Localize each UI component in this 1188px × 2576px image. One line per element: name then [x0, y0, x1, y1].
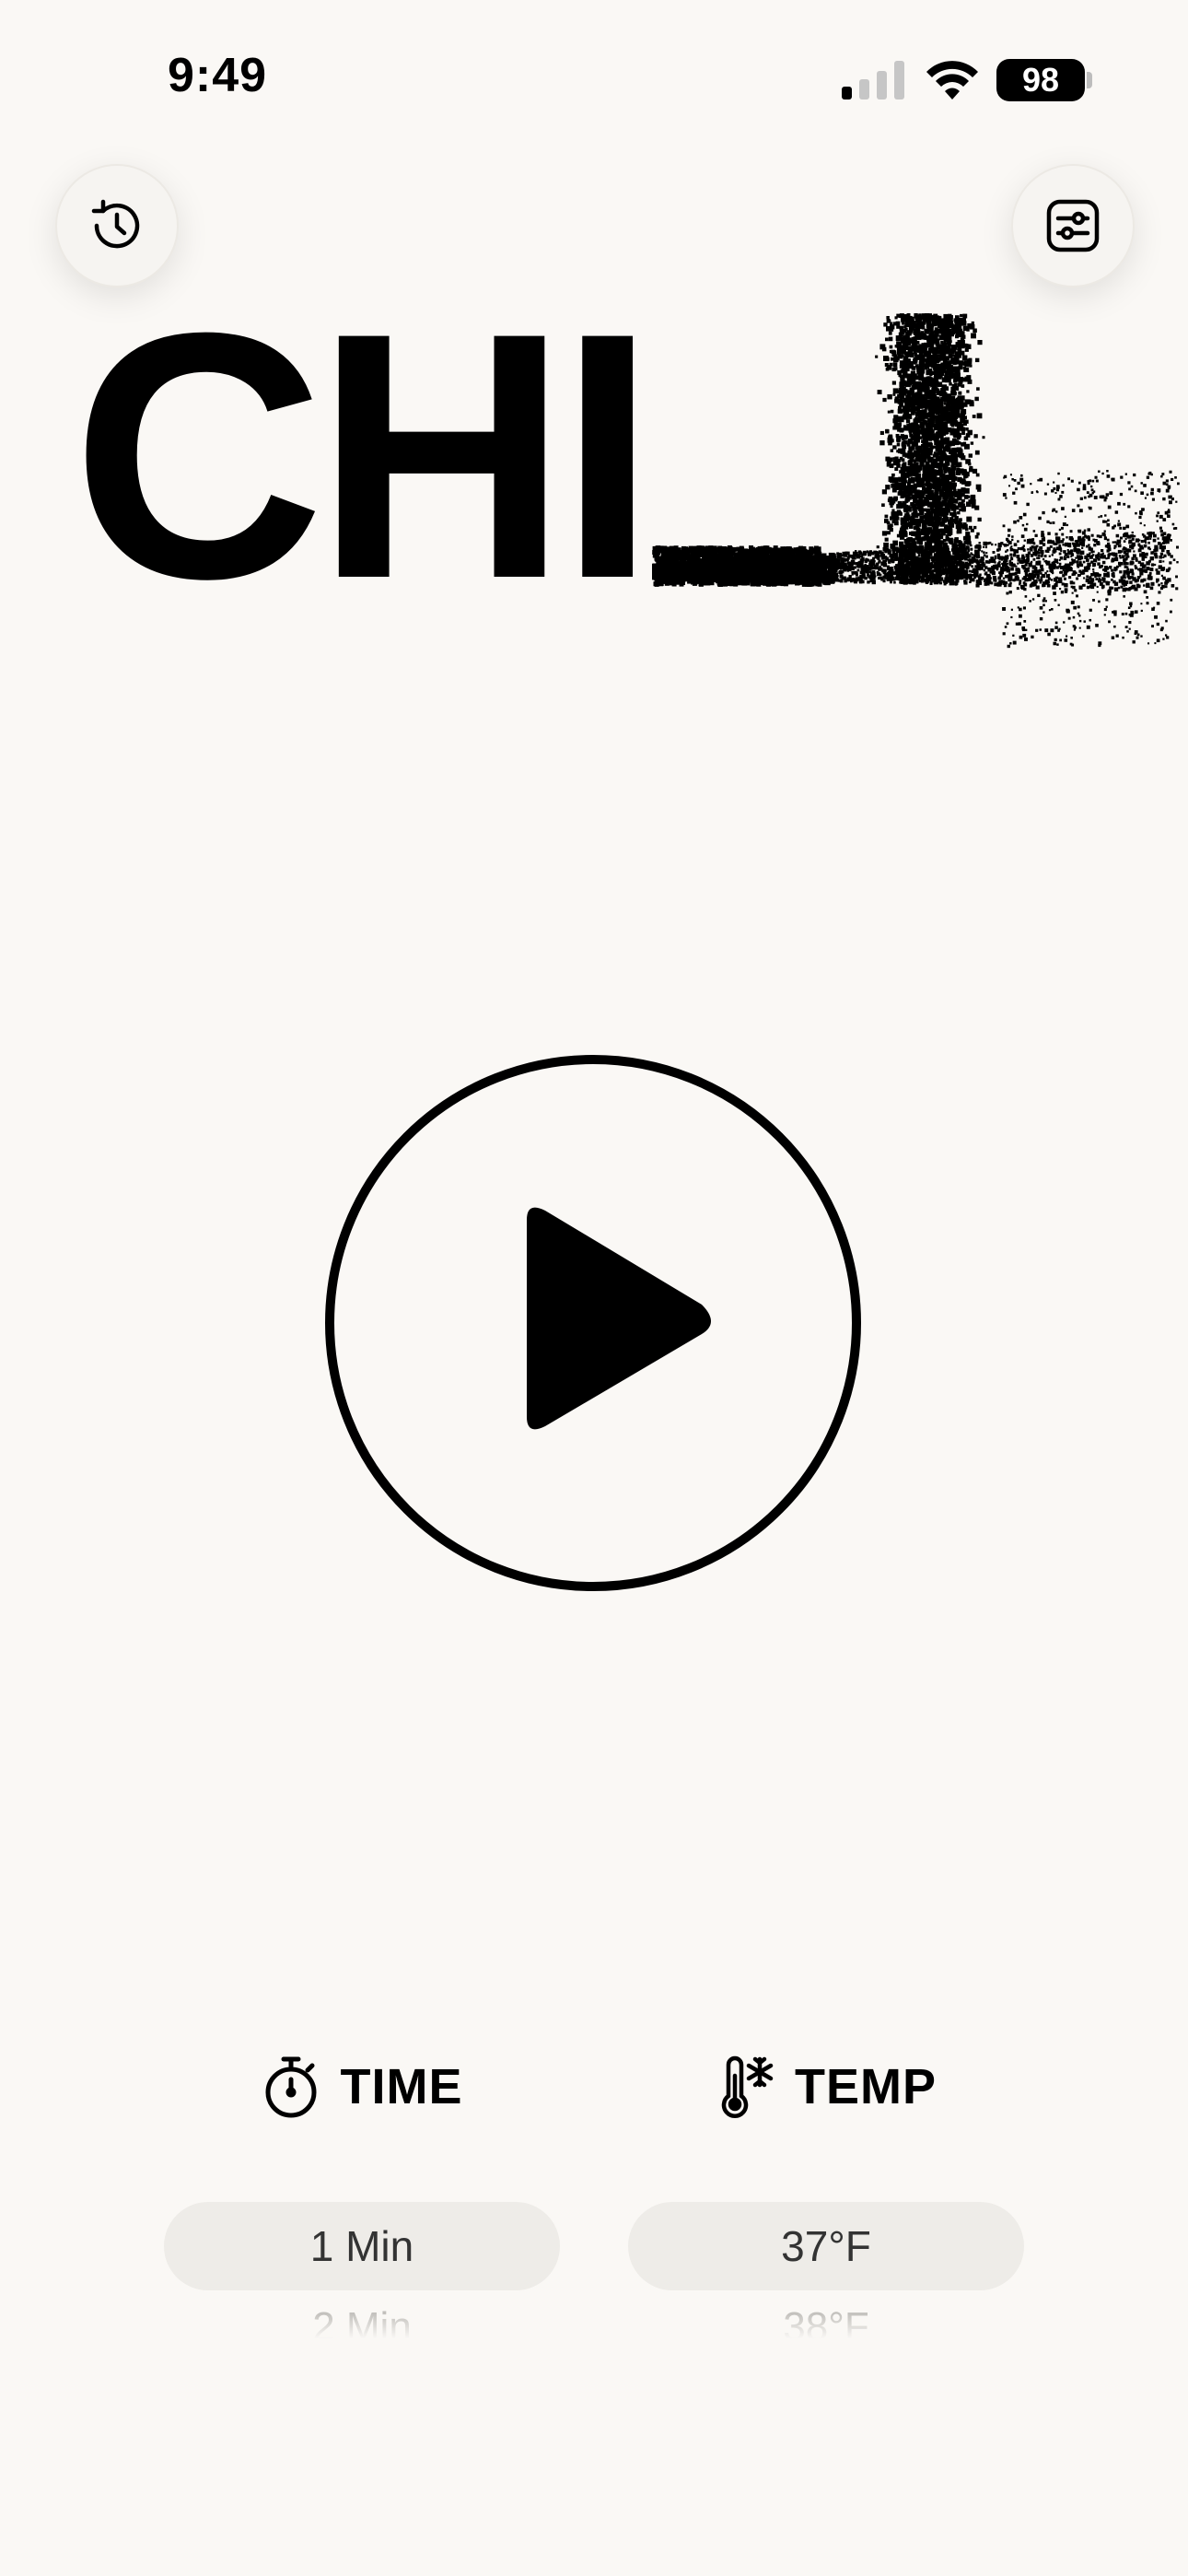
- sliders-icon: [1046, 199, 1100, 252]
- dissolving-letter-effect: [652, 313, 1180, 649]
- status-time: 9:49: [168, 49, 268, 102]
- history-button[interactable]: [55, 164, 179, 287]
- battery-cap: [1087, 72, 1092, 88]
- thermometer-snowflake-icon: [721, 2055, 774, 2118]
- temp-header: TEMP: [628, 2045, 1024, 2128]
- stopwatch-icon: [265, 2056, 316, 2118]
- time-next-option[interactable]: 2 Min: [164, 2290, 560, 2364]
- time-label: TIME: [340, 2059, 463, 2114]
- temp-label: TEMP: [794, 2059, 937, 2114]
- wifi-icon: [926, 61, 978, 100]
- cellular-signal-icon: [842, 61, 904, 100]
- time-header: TIME: [164, 2045, 560, 2128]
- temp-selected-option[interactable]: 37°F: [628, 2202, 1024, 2290]
- battery-indicator: 98: [996, 59, 1085, 101]
- time-picker: TIME 1 Min 2 Min: [164, 2045, 560, 2364]
- temp-next-option[interactable]: 38°F: [628, 2290, 1024, 2364]
- temp-picker: TEMP 37°F 38°F: [628, 2045, 1024, 2364]
- time-selected-option[interactable]: 1 Min: [164, 2202, 560, 2290]
- title-logo: CHILL: [72, 281, 1180, 654]
- history-icon: [91, 199, 140, 249]
- play-button[interactable]: [324, 1054, 862, 1592]
- play-icon: [527, 1207, 711, 1430]
- chill-screen: 9:49 98 CHILL TIME 1 Min 2 Min TEMP 37°F…: [0, 0, 1188, 2576]
- settings-button[interactable]: [1011, 164, 1135, 287]
